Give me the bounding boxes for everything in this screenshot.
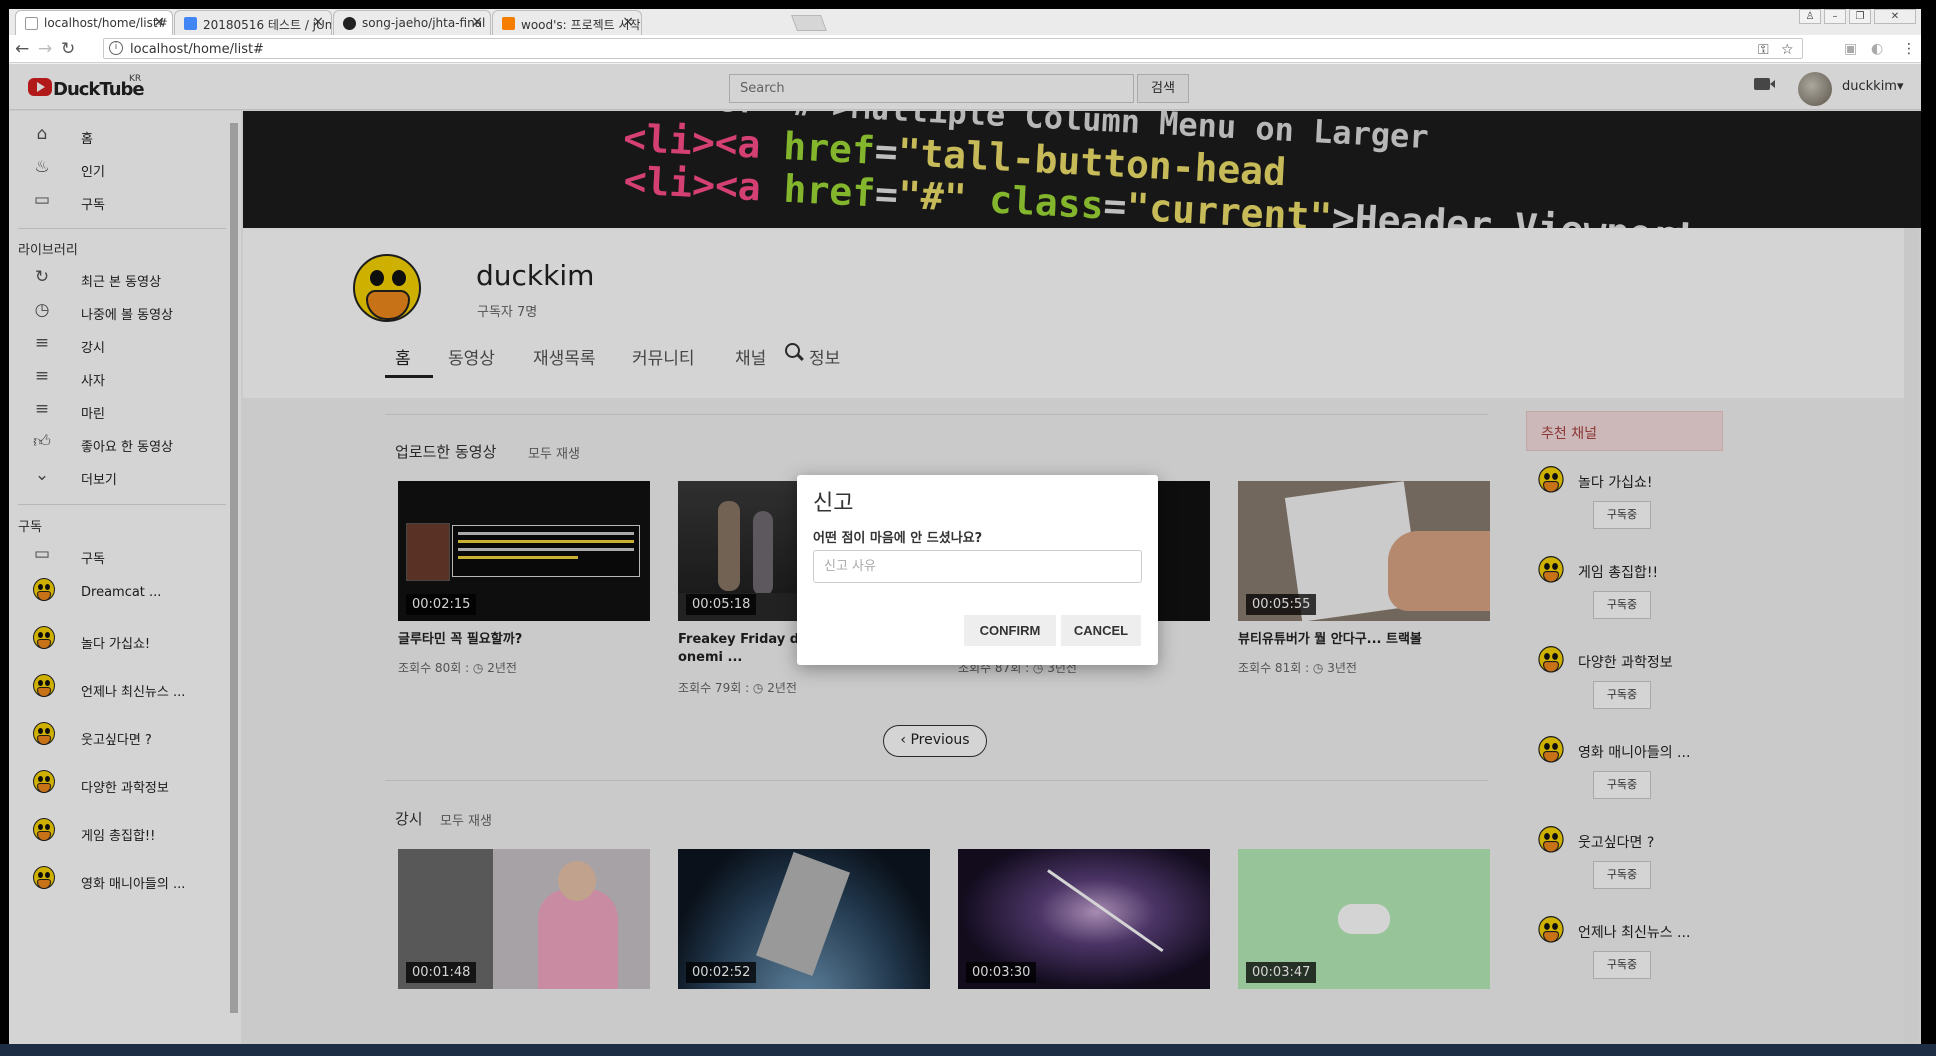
url-text: localhost/home/list# <box>130 42 264 57</box>
docs-icon <box>184 17 197 30</box>
close-icon[interactable]: × <box>153 14 165 30</box>
blogger-icon <box>502 17 515 30</box>
address-bar[interactable]: i localhost/home/list# ⚿ ☆ <box>103 38 1803 59</box>
close-window-icon[interactable]: ✕ <box>1874 9 1916 24</box>
menu-icon[interactable]: ⋮ <box>1902 41 1916 57</box>
page-icon <box>25 17 38 30</box>
browser-tab[interactable]: 20180516 테스트 / jUnit × <box>174 10 332 35</box>
back-icon[interactable]: ← <box>15 39 29 59</box>
close-icon[interactable]: × <box>622 14 634 30</box>
confirm-button[interactable]: CONFIRM <box>964 615 1056 646</box>
browser-tab[interactable]: song-jaeho/jhta-final × <box>333 10 491 35</box>
address-toolbar: ← → ↻ i localhost/home/list# ⚿ ☆ ▣ ◐ ⋮ <box>9 35 1921 63</box>
info-icon[interactable]: i <box>109 41 123 55</box>
browser-tab[interactable]: localhost/home/list# × <box>15 10 173 35</box>
report-reason-input[interactable] <box>813 550 1142 583</box>
os-taskbar <box>0 1044 1936 1056</box>
profile-icon[interactable]: ♙ <box>1799 9 1821 24</box>
dialog-title: 신고 <box>813 491 854 516</box>
close-icon[interactable]: × <box>471 14 483 30</box>
extension-icon[interactable]: ◐ <box>1871 41 1883 57</box>
close-icon[interactable]: × <box>312 14 324 30</box>
reload-icon[interactable]: ↻ <box>61 39 75 59</box>
forward-icon[interactable]: → <box>38 39 52 59</box>
tab-title: song-jaeho/jhta-final <box>362 16 486 30</box>
dialog-question: 어떤 점이 마음에 안 드셨나요? <box>813 531 983 546</box>
tab-title: localhost/home/list# <box>44 16 168 30</box>
extension-icon[interactable]: ▣ <box>1844 41 1857 57</box>
browser-tab[interactable]: wood's: 프로젝트 시작 · × <box>492 10 642 35</box>
minimize-icon[interactable]: – <box>1824 9 1846 24</box>
restore-icon[interactable]: ❐ <box>1849 9 1871 24</box>
tab-strip: localhost/home/list# × 20180516 테스트 / jU… <box>9 9 1921 35</box>
key-icon[interactable]: ⚿ <box>1758 42 1769 58</box>
report-dialog: 신고 어떤 점이 마음에 안 드셨나요? CONFIRM CANCEL <box>797 475 1158 665</box>
new-tab-button[interactable] <box>791 15 827 31</box>
star-icon[interactable]: ☆ <box>1781 42 1794 58</box>
github-icon <box>343 17 356 30</box>
cancel-button[interactable]: CANCEL <box>1061 615 1141 646</box>
browser-window: localhost/home/list# × 20180516 테스트 / jU… <box>9 9 1921 1044</box>
